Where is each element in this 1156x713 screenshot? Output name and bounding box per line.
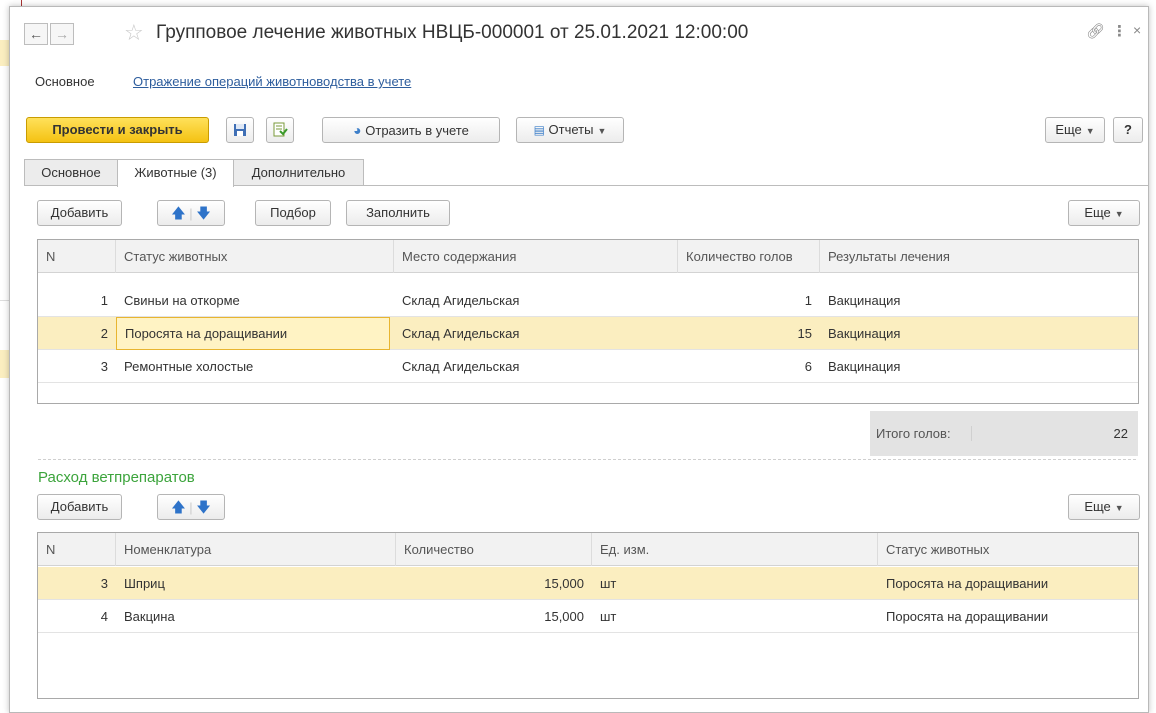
treatment-result[interactable]: Вакцинация [820,317,1138,350]
chevron-down-icon: ▼ [1114,503,1124,513]
place[interactable]: Склад Агидельская [394,284,678,317]
select-button[interactable]: Подбор [255,200,331,226]
post-and-close-button[interactable]: Провести и закрыть [26,117,209,143]
animals-more-button[interactable]: Еще ▼ [1068,200,1140,226]
column-header-status[interactable]: Статус животных [116,240,394,273]
move-down-icon[interactable]: 🡇 [196,205,210,221]
quantity[interactable]: 15,000 [396,567,592,600]
table-row[interactable]: 3 Ремонтные холостые Склад Агидельская 6… [38,350,1138,383]
row-number: 1 [100,293,108,308]
window-title: Групповое лечение животных НВЦБ-000001 о… [156,22,749,43]
table-row[interactable]: 4 Вакцина 15,000 шт Поросята на доращива… [38,600,1138,633]
post-button[interactable] [266,117,294,143]
document-window: ← → ☆ Групповое лечение животных НВЦБ-00… [9,6,1149,713]
arrow-right-icon: → [55,26,69,42]
drugs-add-button[interactable]: Добавить [37,494,122,520]
table-header: N Номенклатура Количество Ед. изм. Стату… [38,533,1138,566]
column-header-n[interactable]: N [38,533,116,566]
column-header-quantity[interactable]: Количество [396,533,592,566]
head-count[interactable]: 6 [678,350,820,383]
nomenclature[interactable]: Шприц [116,567,396,600]
help-button[interactable]: ? [1113,117,1143,143]
back-button[interactable]: ← [24,23,48,45]
table-row[interactable]: 1 Свиньи на откорме Склад Агидельская 1 … [38,284,1138,317]
row-number: 4 [100,609,108,624]
chevron-down-icon: ▼ [597,126,607,136]
column-header-place[interactable]: Место содержания [394,240,678,273]
column-header-n[interactable]: N [38,240,116,273]
drugs-move-buttons: 🡅 | 🡇 [157,494,225,520]
column-header-animal-status[interactable]: Статус животных [878,533,1138,566]
close-icon[interactable]: × [1133,22,1141,38]
table-row[interactable]: 2 Поросята на доращивании Склад Агидельс… [38,317,1138,350]
tab-additional[interactable]: Дополнительно [233,159,364,186]
background-app-edge [1148,0,1156,713]
row-number: 3 [100,576,108,591]
move-down-icon[interactable]: 🡇 [196,499,210,515]
section-divider [38,459,1136,460]
animal-status[interactable]: Свиньи на откорме [116,284,394,317]
move-up-icon[interactable]: 🡅 [171,499,185,515]
chevron-down-icon: ▼ [1085,126,1095,136]
nav-link-accounting[interactable]: Отражение операций животноводства в учет… [133,74,411,89]
table-header: N Статус животных Место содержания Колич… [38,240,1138,273]
link-icon[interactable]: 🔗︎ [1086,22,1105,40]
favorite-star-icon[interactable]: ☆ [124,20,144,46]
place[interactable]: Склад Агидельская [394,350,678,383]
column-header-nomenclature[interactable]: Номенклатура [116,533,396,566]
fill-button[interactable]: Заполнить [346,200,450,226]
table-row[interactable]: 3 Шприц 15,000 шт Поросята на доращивани… [38,567,1138,600]
animal-status[interactable]: Поросята на доращивании [116,317,390,350]
tab-main[interactable]: Основное [24,159,118,186]
quantity[interactable]: 15,000 [396,600,592,633]
animals-table[interactable]: N Статус животных Место содержания Колич… [37,239,1139,404]
row-number: 3 [100,359,108,374]
reflect-accounting-button[interactable]: ◕ Отразить в учете [322,117,500,143]
nav-main[interactable]: Основное [35,74,95,89]
row-number: 2 [100,326,108,341]
head-count[interactable]: 15 [678,317,820,350]
treatment-result[interactable]: Вакцинация [820,284,1138,317]
save-button[interactable] [226,117,254,143]
menu-dots-icon[interactable]: ⋮ [1112,22,1127,40]
report-icon: ▤ [533,123,545,137]
move-buttons: 🡅 | 🡇 [157,200,225,226]
refresh-globe-icon: ◕ [353,122,362,138]
move-up-icon[interactable]: 🡅 [171,205,185,221]
treatment-result[interactable]: Вакцинация [820,350,1138,383]
head-count[interactable]: 1 [678,284,820,317]
animals-add-button[interactable]: Добавить [37,200,122,226]
forward-button[interactable]: → [50,23,74,45]
unit[interactable]: шт [592,600,878,633]
floppy-icon [234,124,246,136]
column-header-qty[interactable]: Количество голов [678,240,820,273]
drugs-section-title: Расход ветпрепаратов [38,469,195,486]
drugs-more-button[interactable]: Еще ▼ [1068,494,1140,520]
total-heads-value: 22 [1113,426,1128,441]
animal-status[interactable]: Ремонтные холостые [116,350,394,383]
nomenclature[interactable]: Вакцина [116,600,396,633]
chevron-down-icon: ▼ [1114,209,1124,219]
animal-status[interactable]: Поросята на доращивании [878,600,1138,633]
column-header-result[interactable]: Результаты лечения [820,240,1138,273]
total-heads-label: Итого голов: [876,426,972,441]
more-button[interactable]: Еще ▼ [1045,117,1105,143]
arrow-left-icon: ← [29,26,43,42]
tab-animals[interactable]: Животные (3) [117,159,234,187]
post-document-icon [273,122,288,137]
drugs-table[interactable]: N Номенклатура Количество Ед. изм. Стату… [37,532,1139,699]
unit[interactable]: шт [592,567,878,600]
total-heads-panel: Итого голов: 22 [870,411,1138,456]
reports-button[interactable]: ▤ Отчеты ▼ [516,117,624,143]
column-header-unit[interactable]: Ед. изм. [592,533,878,566]
animal-status[interactable]: Поросята на доращивании [878,567,1138,600]
place[interactable]: Склад Агидельская [394,317,678,350]
